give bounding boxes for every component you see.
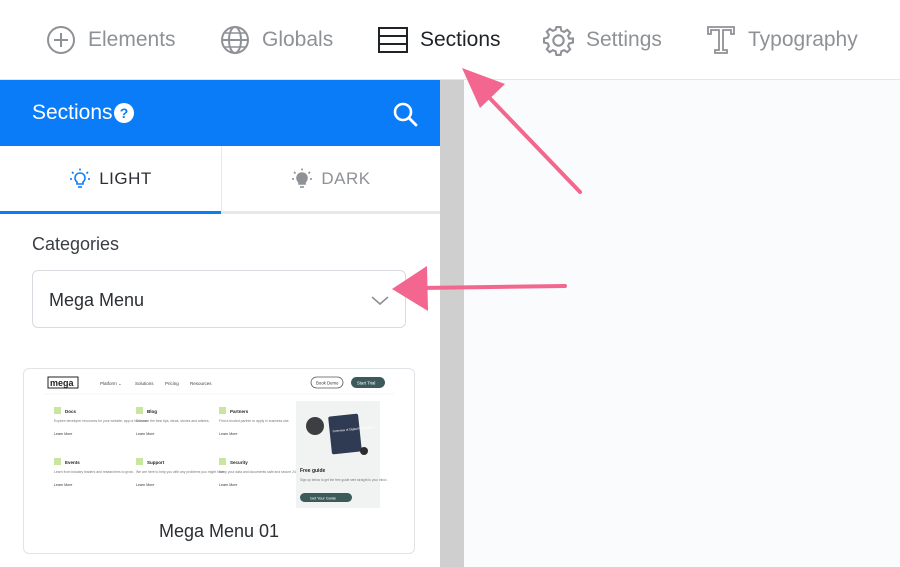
toolbar-sections-label: Sections [420, 28, 501, 51]
toolbar-elements-label: Elements [88, 28, 176, 51]
preview-feature-title: Security [230, 460, 248, 465]
search-icon [393, 102, 418, 127]
toolbar-sections[interactable]: Sections [378, 22, 501, 58]
plus-circle-icon [47, 26, 75, 54]
toolbar-settings[interactable]: Settings [543, 22, 662, 58]
toolbar-typography-label: Typography [748, 28, 858, 51]
section-card-mega-menu-01[interactable]: mega Platform ⌄ Solutions Pricing Resour… [23, 368, 415, 554]
tab-light[interactable]: LIGHT [0, 146, 221, 211]
tab-dark-label: DARK [321, 168, 371, 188]
panel-divider[interactable] [440, 80, 464, 567]
preview-nav-4: Resources [190, 381, 212, 386]
tab-dark[interactable]: DARK [221, 146, 440, 211]
sections-panel: Sections ? LIGHT DARK Categories Mega Me… [0, 80, 440, 567]
globe-icon [221, 26, 249, 54]
chevron-down-icon [371, 296, 389, 306]
preview-feature-title: Partners [230, 409, 249, 414]
preview-start-trial: Start Trial [357, 381, 375, 386]
preview-nav-3: Pricing [165, 381, 179, 386]
panel-header: Sections ? [0, 80, 440, 146]
preview-feature-title: Support [147, 460, 165, 465]
tab-light-label: LIGHT [99, 168, 152, 188]
mega-menu-preview-image: mega Platform ⌄ Solutions Pricing Resour… [44, 373, 394, 511]
preview-feature-text: Discover the best tips, ideas, stories a… [136, 419, 210, 423]
active-tab-indicator [0, 211, 221, 214]
preview-feature-title: Docs [65, 409, 77, 414]
search-button[interactable] [392, 101, 418, 132]
categories-label: Categories [32, 234, 120, 254]
theme-tabs: LIGHT DARK [0, 146, 440, 214]
preview-guide-text: Sign up below to get the free guide sent… [300, 478, 388, 482]
gear-icon [543, 25, 574, 56]
lightbulb-outline-icon [70, 168, 91, 188]
card-title: Mega Menu 01 [158, 521, 280, 541]
preview-feature-text: Learn from industry leaders and research… [54, 470, 134, 474]
preview-feature-text: Explore developer resources for your web… [54, 419, 149, 423]
preview-feature-text: Find a trusted partner to apply in busin… [219, 419, 290, 423]
sections-icon [378, 27, 408, 53]
preview-book-demo: Book Demo [316, 381, 339, 386]
top-toolbar: Elements Globals Sections Settings Typog… [0, 0, 900, 80]
preview-guide-button: Get Your Guide [310, 497, 336, 501]
lightbulb-filled-icon [292, 168, 313, 188]
preview-feature-link: Learn More [219, 432, 237, 436]
preview-feature-text: Keep your data and documents safe and se… [219, 470, 300, 474]
preview-feature-link: Learn More [219, 483, 237, 487]
preview-feature-link: Learn More [136, 432, 154, 436]
categories-select-value: Mega Menu [49, 290, 145, 310]
editor-canvas[interactable] [464, 80, 900, 567]
categories-select[interactable]: Mega Menu [32, 270, 406, 328]
preview-feature-title: Blog [147, 409, 157, 414]
preview-feature-title: Events [65, 460, 80, 465]
preview-feature-link: Learn More [54, 432, 72, 436]
preview-feature-link: Learn More [54, 483, 72, 487]
typography-icon [707, 26, 735, 54]
preview-logo: mega [50, 378, 75, 388]
preview-nav-1: Platform ⌄ [100, 381, 122, 386]
help-icon[interactable]: ? [114, 103, 134, 123]
toolbar-elements[interactable]: Elements [46, 22, 176, 58]
toolbar-typography[interactable]: Typography [706, 22, 858, 58]
preview-nav-2: Solutions [135, 381, 154, 386]
toolbar-globals[interactable]: Globals [220, 22, 333, 58]
panel-title: Sections [32, 101, 113, 124]
toolbar-globals-label: Globals [262, 28, 334, 51]
preview-feature-text: We are here to help you with any problem… [136, 470, 225, 474]
preview-feature-link: Learn More [136, 483, 154, 487]
toolbar-settings-label: Settings [586, 28, 662, 51]
preview-guide-title: Free guide [300, 468, 326, 474]
